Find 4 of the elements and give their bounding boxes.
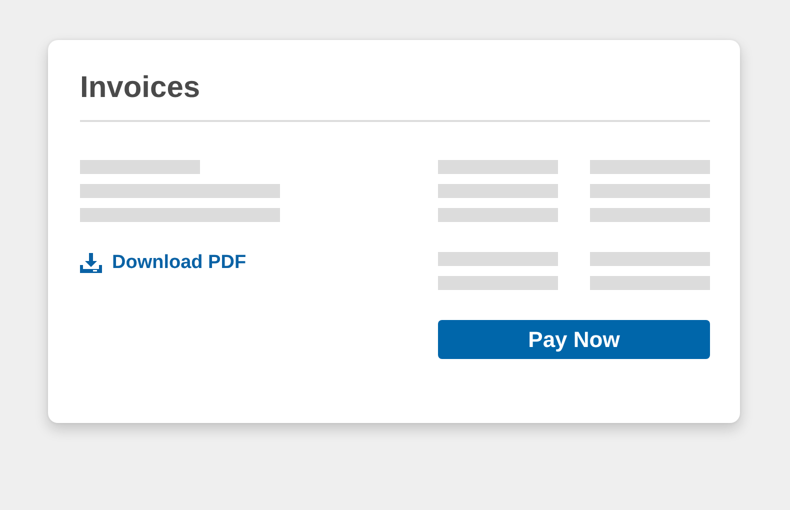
card-title: Invoices [80, 70, 202, 106]
download-icon [80, 253, 102, 273]
pay-now-button[interactable]: Pay Now [438, 320, 710, 359]
download-link[interactable]: Download PDF [80, 252, 280, 274]
